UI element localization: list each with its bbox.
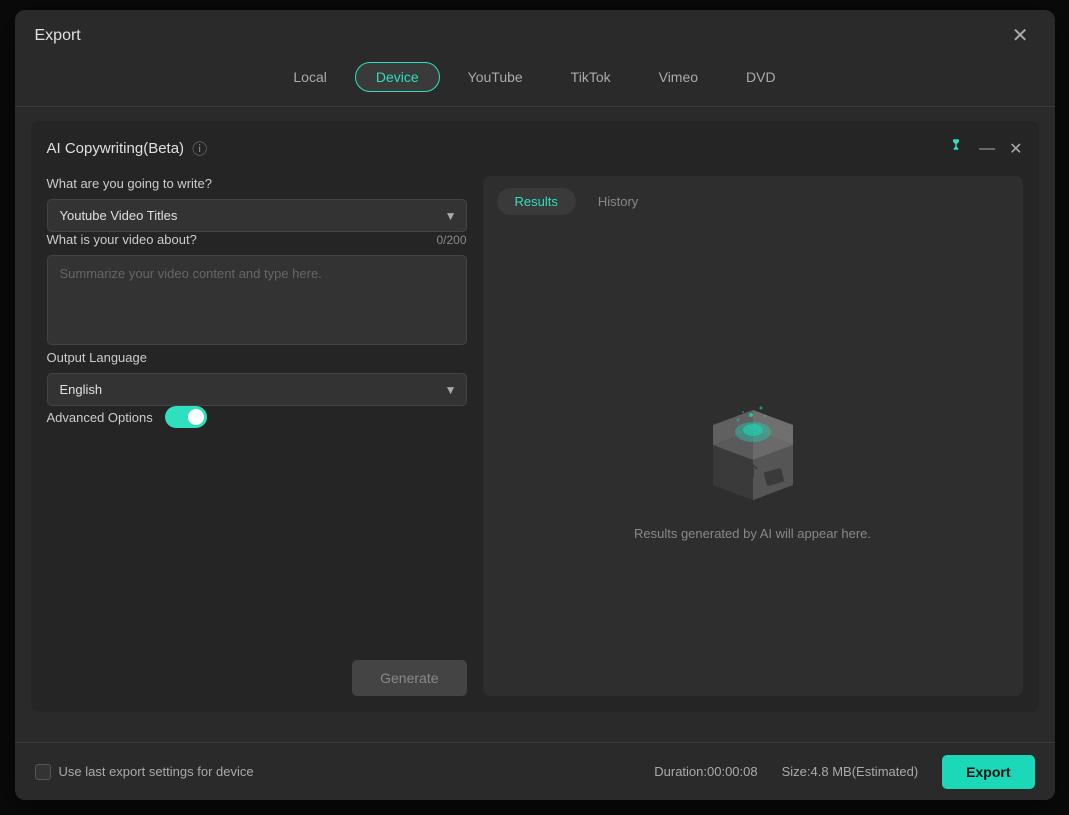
advanced-options-label: Advanced Options — [47, 410, 153, 425]
empty-state-text: Results generated by AI will appear here… — [634, 526, 871, 541]
bottom-right: Duration:00:00:08 Size:4.8 MB(Estimated)… — [654, 755, 1034, 789]
video-about-field: What is your video about? 0/200 — [47, 232, 467, 350]
advanced-options-row: Advanced Options — [47, 406, 467, 428]
write-select-wrapper: Youtube Video Titles Youtube Description… — [47, 199, 467, 232]
bottom-bar: Use last export settings for device Dura… — [15, 742, 1055, 800]
language-field: Output Language English Spanish French G… — [47, 350, 467, 406]
panel-minimize-icon[interactable]: — — [979, 140, 995, 158]
video-about-label: What is your video about? — [47, 232, 197, 247]
results-empty-state: Results generated by AI will appear here… — [483, 215, 1023, 696]
video-about-header: What is your video about? 0/200 — [47, 232, 467, 247]
export-button[interactable]: Export — [942, 755, 1034, 789]
write-select[interactable]: Youtube Video Titles Youtube Description… — [47, 199, 467, 232]
tab-vimeo[interactable]: Vimeo — [639, 62, 718, 92]
result-tab-bar: Results History — [483, 176, 1023, 215]
tab-dvd[interactable]: DVD — [726, 62, 796, 92]
use-last-settings: Use last export settings for device — [35, 764, 254, 780]
panel-titlebar: AI Copywriting(Beta) ⓘ — ✕ — [47, 137, 1023, 160]
tab-device[interactable]: Device — [355, 62, 440, 92]
use-last-checkbox[interactable] — [35, 764, 51, 780]
size-text: Size:4.8 MB(Estimated) — [782, 764, 919, 779]
duration-text: Duration:00:00:08 — [654, 764, 757, 779]
pin-icon[interactable] — [947, 137, 965, 160]
tab-results[interactable]: Results — [497, 188, 576, 215]
language-select[interactable]: English Spanish French German Chinese Ja… — [47, 373, 467, 406]
generate-button[interactable]: Generate — [352, 660, 466, 696]
panel-title: AI Copywriting(Beta) — [47, 140, 185, 157]
tab-youtube[interactable]: YouTube — [448, 62, 543, 92]
tab-local[interactable]: Local — [273, 62, 346, 92]
left-form-panel: What are you going to write? Youtube Vid… — [47, 176, 467, 696]
empty-box-illustration — [683, 370, 823, 510]
advanced-options-toggle[interactable] — [165, 406, 207, 428]
toggle-thumb — [188, 409, 204, 425]
write-label: What are you going to write? — [47, 176, 467, 191]
panel-close-icon[interactable]: ✕ — [1009, 139, 1022, 159]
modal-overlay: Export ✕ Local Device YouTube TikTok Vim… — [0, 0, 1069, 815]
info-icon[interactable]: ⓘ — [192, 138, 207, 159]
tab-history[interactable]: History — [580, 188, 656, 215]
export-tab-bar: Local Device YouTube TikTok Vimeo DVD — [15, 58, 1055, 107]
char-count: 0/200 — [436, 233, 466, 247]
dialog-titlebar: Export ✕ — [15, 10, 1055, 58]
panel-title-left: AI Copywriting(Beta) ⓘ — [47, 138, 208, 159]
language-label: Output Language — [47, 350, 467, 365]
language-select-wrapper: English Spanish French German Chinese Ja… — [47, 373, 467, 406]
video-about-textarea[interactable] — [47, 255, 467, 345]
ai-copywriting-panel: AI Copywriting(Beta) ⓘ — ✕ — [31, 121, 1039, 712]
export-dialog: Export ✕ Local Device YouTube TikTok Vim… — [15, 10, 1055, 800]
dialog-title: Export — [35, 27, 81, 45]
panel-title-right: — ✕ — [947, 137, 1022, 160]
content-area: What are you going to write? Youtube Vid… — [47, 176, 1023, 696]
tab-tiktok[interactable]: TikTok — [551, 62, 631, 92]
use-last-label: Use last export settings for device — [59, 764, 254, 779]
results-panel: Results History — [483, 176, 1023, 696]
dialog-close-button[interactable]: ✕ — [1006, 24, 1035, 48]
write-field: What are you going to write? Youtube Vid… — [47, 176, 467, 232]
